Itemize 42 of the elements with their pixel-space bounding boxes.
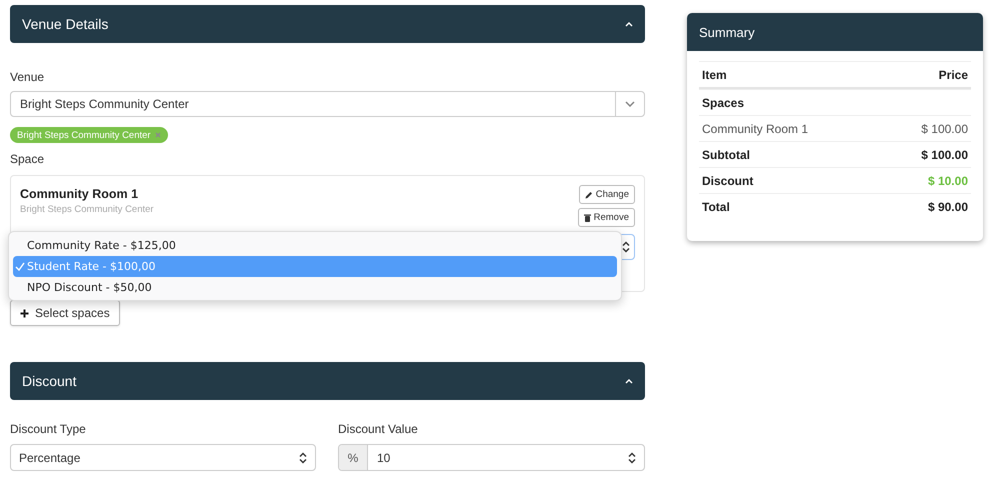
venue-select[interactable]: Bright Steps Community Center [10,91,645,117]
price-cell: $ 10.00 [928,174,968,188]
dropdown-option[interactable]: Community Rate - $125,00 [13,235,617,256]
trash-icon [584,214,591,222]
chevron-up-icon[interactable] [625,21,633,27]
discount-type-select[interactable]: Percentage [10,444,316,471]
price-cell: $ 100.00 [921,122,968,136]
price-cell: $ 100.00 [921,148,968,162]
section-title: Venue Details [22,16,108,32]
plus-icon [20,308,29,318]
section-header[interactable]: Discount [10,362,645,400]
field-label: Discount Value [338,421,419,437]
chevron-down-icon [625,101,635,107]
item-cell: Subtotal [702,148,750,162]
percent-addon: % [339,445,368,470]
item-cell: Spaces [702,96,744,110]
select-spaces-button[interactable]: Select spaces [10,300,120,326]
column-header: Price [938,68,968,82]
item-cell: Total [702,200,730,214]
up-down-arrows-icon [299,452,307,464]
up-down-arrows-icon [622,241,630,253]
pencil-icon [584,190,593,198]
discount-value-field[interactable]: % 10 [338,444,645,471]
price-cell: $ 90.00 [928,200,968,214]
field-label: Space [10,151,46,167]
space-title: Community Room 1 [20,187,140,201]
item-cell: Discount [702,174,754,188]
venue-tag: Bright Steps Community Center [10,127,168,143]
item-cell: Community Room 1 [702,122,808,136]
field-label: Venue [10,69,46,85]
section-title: Discount [22,373,76,389]
space-subtitle: Bright Steps Community Center [20,204,154,215]
field-label: Discount Type [10,421,87,437]
section-header[interactable]: Venue Details [10,5,645,43]
change-button[interactable]: Change [578,185,635,204]
checkmark-icon [15,262,25,271]
chevron-up-icon[interactable] [625,378,633,384]
column-header: Item [702,68,727,82]
remove-button[interactable]: Remove [578,208,635,227]
up-down-arrows-icon [628,452,636,464]
dropdown-option[interactable]: NPO Discount - $50,00 [13,277,617,298]
summary-title: Summary [687,13,983,51]
